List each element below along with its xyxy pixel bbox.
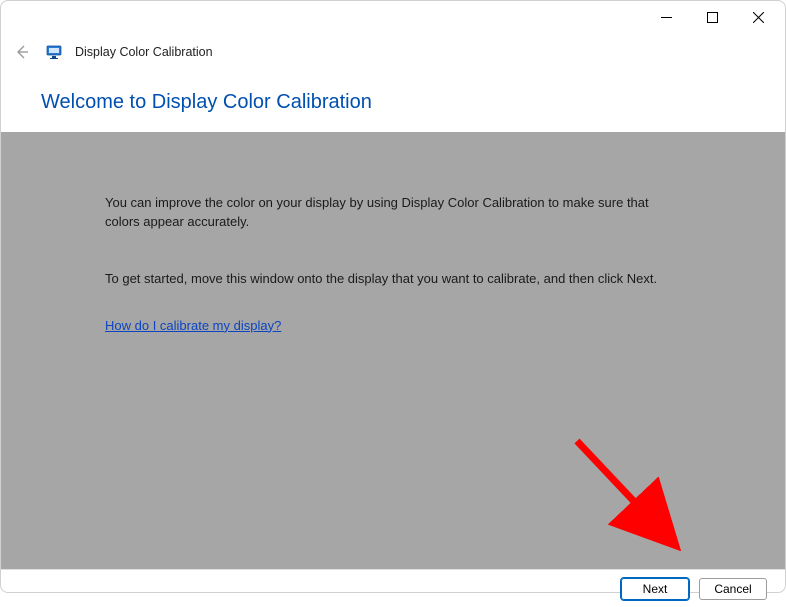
minimize-icon [661, 12, 672, 23]
display-calibration-icon [45, 43, 63, 61]
intro-paragraph-2: To get started, move this window onto th… [105, 270, 665, 289]
back-button[interactable] [11, 41, 33, 63]
close-button[interactable] [735, 2, 781, 32]
maximize-icon [707, 12, 718, 23]
subheader: Welcome to Display Color Calibration [1, 71, 785, 132]
content-area: You can improve the color on your displa… [1, 132, 785, 569]
app-title: Display Color Calibration [75, 45, 213, 59]
cancel-button[interactable]: Cancel [699, 578, 767, 600]
close-icon [753, 12, 764, 23]
page-title: Welcome to Display Color Calibration [41, 91, 745, 114]
intro-paragraph-1: You can improve the color on your displa… [105, 194, 665, 232]
minimize-button[interactable] [643, 2, 689, 32]
footer: Next Cancel [1, 569, 785, 607]
titlebar [1, 1, 785, 33]
maximize-button[interactable] [689, 2, 735, 32]
back-arrow-icon [14, 44, 30, 60]
header-row: Display Color Calibration [1, 33, 785, 71]
help-link[interactable]: How do I calibrate my display? [105, 317, 281, 336]
next-button[interactable]: Next [621, 578, 689, 600]
